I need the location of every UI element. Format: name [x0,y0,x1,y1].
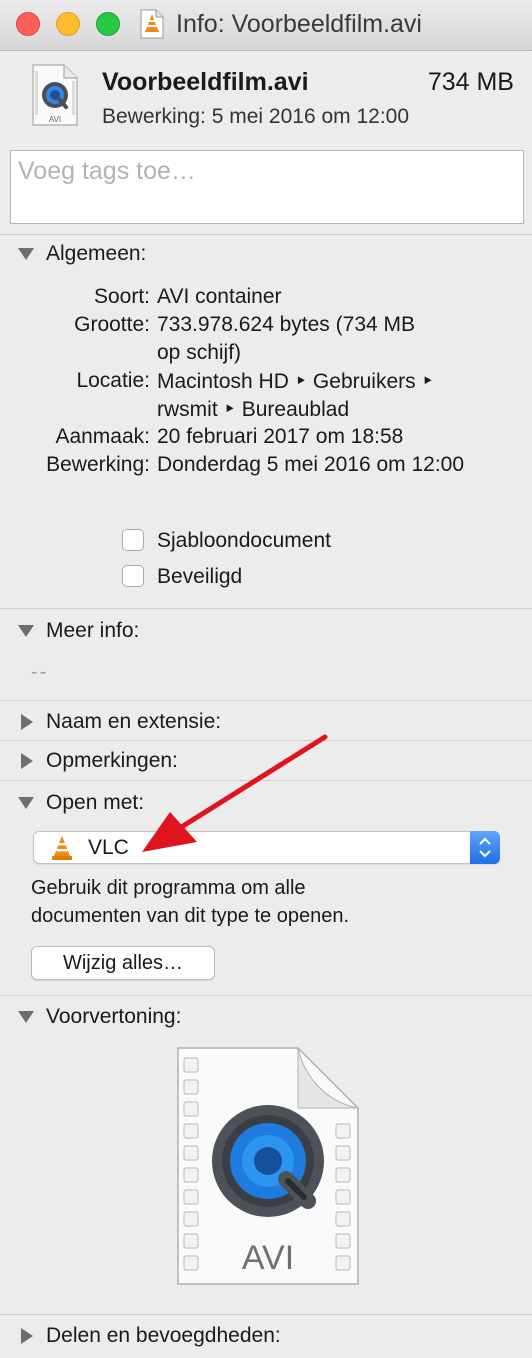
modified-value: Donderdag 5 mei 2016 om 12:00 [157,453,465,476]
created-value: 20 februari 2017 om 18:58 [157,425,404,448]
disclosure-closed-icon[interactable] [21,1328,33,1344]
minimize-button[interactable] [56,12,80,36]
location-value: Macintosh HD ‣ Gebruikers ‣ [157,370,434,393]
zoom-button[interactable] [96,12,120,36]
more-info-value: -- [31,661,49,683]
section-open-with-title: Open met: [46,791,145,814]
disclosure-open-icon[interactable] [18,1011,34,1023]
open-with-popup[interactable]: VLC [33,831,500,864]
divider [0,995,532,996]
disclosure-open-icon[interactable] [18,625,34,637]
document-proxy-icon[interactable] [140,9,164,39]
divider [0,780,532,781]
stationery-checkbox[interactable] [122,529,144,551]
section-more-info-header[interactable]: Meer info: [18,619,139,643]
open-with-app-name: VLC [88,836,129,859]
section-more-info-title: Meer info: [46,619,140,642]
kind-value: AVI container [157,285,282,308]
disclosure-open-icon[interactable] [18,248,34,260]
section-name-extension-header[interactable]: Naam en extensie: [18,710,221,734]
chevron-up-down-icon [479,837,491,858]
close-button[interactable] [16,12,40,36]
tags-field[interactable]: Voeg tags toe… [10,150,524,224]
window-title: Info: Voorbeeldfilm.avi [176,10,422,38]
divider [0,608,532,609]
section-sharing-title: Delen en bevoegdheden: [46,1324,281,1347]
open-with-description-line2: documenten van dit type te openen. [31,905,350,927]
location-label: Locatie: [76,369,150,392]
avi-file-icon: AVI [32,64,78,126]
locked-checkbox[interactable] [122,565,144,587]
file-name: Voorbeeldfilm.avi [102,68,309,96]
kind-label: Soort: [93,285,150,308]
change-all-button[interactable]: Wijzig alles… [31,946,215,980]
divider [0,234,532,235]
modified-date: Bewerking: 5 mei 2016 om 12:00 [102,105,410,128]
divider [0,700,532,701]
open-with-description-line1: Gebruik dit programma om alle [31,877,306,899]
title-bar[interactable]: Info: Voorbeeldfilm.avi [0,0,532,51]
section-general-header[interactable]: Algemeen: [18,242,146,266]
section-preview-header[interactable]: Voorvertoning: [18,1005,181,1029]
modified-label: Bewerking: [46,453,150,476]
svg-text:AVI: AVI [242,1239,294,1277]
divider [0,1314,532,1315]
size-value-line2: op schijf) [157,341,242,364]
disclosure-open-icon[interactable] [18,797,34,809]
section-sharing-header[interactable]: Delen en bevoegdheden: [18,1324,281,1348]
divider [0,740,532,741]
section-preview-title: Voorvertoning: [46,1005,182,1028]
size-label: Grootte: [74,313,150,336]
stationery-label[interactable]: Sjabloondocument [157,529,331,553]
size-value: 733.978.624 bytes (734 MB [157,313,416,336]
section-open-with-header[interactable]: Open met: [18,791,144,815]
disclosure-closed-icon[interactable] [21,714,33,730]
file-size: 734 MB [427,68,514,96]
disclosure-closed-icon[interactable] [21,753,33,769]
svg-text:AVI: AVI [49,115,61,124]
section-name-extension-title: Naam en extensie: [46,710,222,733]
avi-preview-icon: AVI [177,1047,359,1285]
popup-stepper[interactable] [470,831,500,864]
locked-label[interactable]: Beveiligd [157,565,242,589]
section-general-title: Algemeen: [46,242,147,265]
section-comments-header[interactable]: Opmerkingen: [18,749,178,773]
vlc-icon [52,836,72,860]
location-value-line2: rwsmit ‣ Bureaublad [157,398,350,421]
created-label: Aanmaak: [55,425,150,448]
tags-placeholder: Voeg tags toe… [18,157,196,185]
section-comments-title: Opmerkingen: [46,749,178,772]
